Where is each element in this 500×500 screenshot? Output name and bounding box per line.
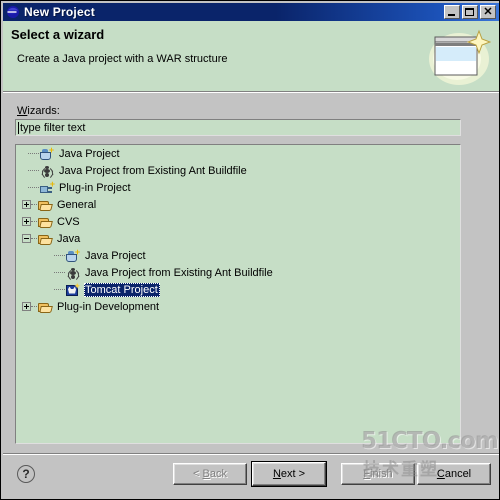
back-button[interactable]: < Back [173,463,247,485]
tree-item-label: CVS [57,215,80,228]
folder-icon [37,197,53,213]
tree-item-plug-in-development[interactable]: Plug-in Development [16,298,460,315]
title-bar: New Project ✕ [3,3,499,21]
tomcat-project-icon: ✦ [65,281,81,298]
tree-item-label: Java Project [85,249,146,262]
tree-item-label: Plug-in Development [57,300,160,313]
tree-item-label: Plug-in Project [59,181,131,194]
window-title: New Project [24,5,95,19]
help-button[interactable]: ? [17,465,35,483]
back-button-label: < Back [193,468,227,480]
tree-item-label: Java Project [59,147,120,160]
filter-input[interactable]: type filter text [15,119,461,136]
cancel-button[interactable]: Cancel [417,463,491,485]
tree-item-label: General [57,198,97,211]
tree-expander-plus[interactable] [22,302,31,311]
page-title: Select a wizard [11,27,105,42]
text-caret [18,121,19,134]
java-project-icon: + [39,145,55,162]
finish-button[interactable]: Finish [341,463,415,485]
ant-buildfile-icon [39,163,55,179]
finish-button-label: Finish [363,468,393,480]
cancel-button-label: Cancel [436,468,472,480]
filter-input-value: type filter text [20,121,86,134]
tree-expander-plus[interactable] [22,217,31,226]
tree-item-label: Java Project from Existing Ant Buildfile [59,164,247,177]
tree-item-label: Java [57,232,81,245]
header-separator [3,91,499,93]
page-description: Create a Java project with a WAR structu… [17,53,228,65]
tree-item-tomcat-project[interactable]: ✦ Tomcat Project [16,281,460,298]
close-icon: ✕ [483,6,493,18]
folder-icon [37,214,53,230]
next-button-label: Next > [272,468,306,480]
tree-expander-minus[interactable] [22,234,31,243]
window-controls: ✕ [444,5,499,19]
tree-item-plug-in-project[interactable]: + Plug-in Project [16,179,460,196]
button-bar-separator [3,453,499,455]
eclipse-icon [6,5,20,19]
tree-item-label: Tomcat Project [84,282,160,297]
close-button[interactable]: ✕ [480,5,496,19]
tree-item-cvs[interactable]: CVS [16,213,460,230]
ant-buildfile-icon [65,265,81,281]
wizards-label-rest: izards: [27,105,60,117]
folder-icon [37,231,53,247]
folder-icon [37,299,53,315]
wizards-tree[interactable]: + Java Project Java Project from Existing … [15,144,461,444]
new-project-wizard-banner-icon [429,29,492,85]
new-project-wizard-dialog: New Project ✕ Select a wizard Create a J… [0,0,500,500]
tree-item-java[interactable]: Java [16,230,460,247]
tree-item-label: Java Project from Existing Ant Buildfile [85,266,273,279]
minimize-button[interactable] [444,5,460,19]
plugin-project-icon: + [39,179,55,196]
maximize-button[interactable] [462,5,478,19]
tree-item-java-project-from-existing-ant-buildfile[interactable]: Java Project from Existing Ant Buildfile [16,162,460,179]
wizards-label-mnemonic: W [17,105,28,117]
tree-item-java-project[interactable]: + Java Project [16,247,460,264]
wizards-label: Wizards: [17,105,60,117]
tree-item-java-project[interactable]: + Java Project [16,145,460,162]
tree-item-general[interactable]: General [16,196,460,213]
java-project-icon: + [65,247,81,264]
next-button[interactable]: Next > [251,461,327,487]
tree-expander-plus[interactable] [22,200,31,209]
tree-item-java-project-from-existing-ant-buildfile[interactable]: Java Project from Existing Ant Buildfile [16,264,460,281]
wizard-header: Select a wizard Create a Java project wi… [3,21,499,91]
